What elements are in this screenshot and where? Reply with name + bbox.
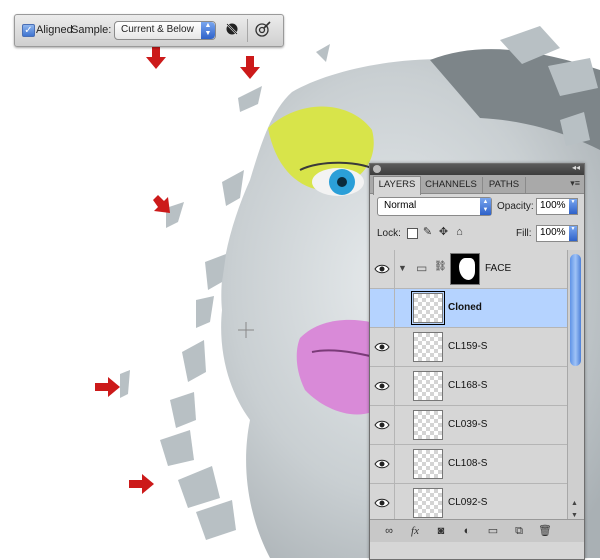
visibility-cell[interactable]: [370, 328, 395, 366]
blend-mode-select[interactable]: Normal ▲ ▼: [377, 197, 492, 216]
eye-icon[interactable]: [374, 458, 390, 470]
fill-value: 100%: [540, 227, 566, 238]
sample-select[interactable]: Current & Below ▲ ▼: [114, 21, 216, 40]
visibility-cell[interactable]: [370, 289, 395, 327]
folder-icon: ▭: [416, 261, 428, 275]
layer-name: CL039-S: [448, 419, 488, 430]
select-arrows-icon: ▲ ▼: [201, 22, 215, 39]
mask-thumbnail[interactable]: [450, 253, 480, 285]
layers-list: ▼ ▭ ⛓ FACE Cloned CL159-S CL168-S CL039-…: [370, 250, 567, 535]
adjustment-layer-icon[interactable]: ◐: [460, 524, 474, 538]
lock-label: Lock:: [377, 228, 401, 239]
trash-icon[interactable]: 🗑: [538, 524, 552, 538]
layer-row-cl092-s[interactable]: CL092-S: [370, 484, 567, 523]
layer-thumbnail[interactable]: [413, 410, 443, 440]
fill-field[interactable]: 100% ▼: [536, 225, 578, 242]
layer-row-cl108-s[interactable]: CL108-S: [370, 445, 567, 484]
select-arrows-icon: ▲ ▼: [480, 198, 491, 215]
blend-mode-value: Normal: [384, 200, 417, 211]
tab-channels[interactable]: CHANNELS: [420, 177, 483, 193]
red-arrow-right-2: [129, 474, 154, 494]
layer-row-cl168-s[interactable]: CL168-S: [370, 367, 567, 406]
pressure-size-icon[interactable]: [255, 21, 271, 37]
layer-row-cloned[interactable]: Cloned: [370, 289, 567, 328]
layer-thumbnail[interactable]: [411, 291, 445, 325]
visibility-cell[interactable]: [370, 406, 395, 444]
red-arrow-down-2: [240, 56, 260, 79]
layer-name: Cloned: [448, 302, 482, 313]
eye-icon[interactable]: [374, 263, 390, 275]
layer-name: CL168-S: [448, 380, 488, 391]
scrollbar-thumb[interactable]: [570, 254, 581, 366]
layer-row-cl159-s[interactable]: CL159-S: [370, 328, 567, 367]
lock-transparent-pixels-icon[interactable]: [407, 228, 418, 239]
layer-thumbnail[interactable]: [413, 449, 443, 479]
visibility-cell[interactable]: [370, 484, 395, 522]
eye-icon[interactable]: [374, 497, 390, 509]
eye-icon[interactable]: [374, 419, 390, 431]
lock-image-pixels-icon[interactable]: ✎: [422, 227, 433, 238]
opacity-value: 100%: [540, 200, 566, 211]
aligned-checkbox[interactable]: ✓: [22, 24, 35, 37]
layer-name: CL159-S: [448, 341, 488, 352]
layer-name: CL092-S: [448, 497, 488, 508]
layer-name: CL108-S: [448, 458, 488, 469]
new-layer-icon[interactable]: ⧉: [512, 524, 526, 538]
link-layers-icon[interactable]: ∞: [382, 524, 396, 538]
scroll-down-icon[interactable]: ▼: [571, 512, 578, 519]
aligned-label: Aligned: [36, 24, 73, 36]
red-arrow-down-1: [146, 46, 166, 69]
visibility-cell[interactable]: [370, 445, 395, 483]
sample-select-value: Current & Below: [121, 24, 194, 35]
layer-style-icon[interactable]: fx: [408, 524, 422, 538]
eye-icon[interactable]: [374, 380, 390, 392]
dropdown-arrow-icon[interactable]: ▼: [569, 226, 577, 241]
panel-title-bar[interactable]: ◂◂: [370, 163, 584, 175]
mask-shape: [459, 258, 475, 280]
options-separator: [247, 19, 248, 42]
visibility-cell[interactable]: [370, 250, 395, 288]
link-icon[interactable]: ⛓: [434, 261, 447, 272]
clone-stamp-options-bar: ✓ Aligned Sample: Current & Below ▲ ▼: [14, 14, 284, 47]
layers-panel: ◂◂ LAYERS CHANNELS PATHS ▾≡ Normal ▲ ▼ Op…: [369, 163, 585, 560]
fill-label: Fill:: [516, 228, 532, 239]
tab-layers[interactable]: LAYERS: [373, 176, 421, 195]
layer-thumbnail[interactable]: [413, 488, 443, 518]
panel-close-icon[interactable]: [373, 165, 381, 173]
panel-collapse-icon[interactable]: ◂◂: [572, 163, 580, 172]
panel-menu-icon[interactable]: ▾≡: [570, 178, 580, 189]
lock-all-icon[interactable]: ⌂: [454, 227, 465, 238]
layer-row-face[interactable]: ▼ ▭ ⛓ FACE: [370, 250, 567, 289]
panel-tabbar: LAYERS CHANNELS PATHS: [370, 175, 584, 195]
opacity-label: Opacity:: [497, 201, 534, 212]
add-mask-icon[interactable]: ◙: [434, 524, 448, 538]
layer-thumbnail[interactable]: [413, 332, 443, 362]
panel-bottom-bar: ∞ fx ◙ ◐ ▭ ⧉ 🗑: [370, 519, 584, 542]
layers-scrollbar[interactable]: ▲ ▼: [567, 250, 584, 535]
red-arrow-right-1: [95, 377, 120, 397]
tab-paths[interactable]: PATHS: [483, 177, 526, 193]
sample-label: Sample:: [71, 24, 112, 36]
dropdown-arrow-icon[interactable]: ▼: [569, 199, 577, 214]
opacity-field[interactable]: 100% ▼: [536, 198, 578, 215]
new-group-icon[interactable]: ▭: [486, 524, 500, 538]
scroll-up-icon[interactable]: ▲: [571, 500, 578, 507]
eye-icon[interactable]: [374, 341, 390, 353]
lock-position-icon[interactable]: ✥: [438, 227, 449, 238]
ignore-adjustment-layers-icon[interactable]: [225, 22, 239, 36]
layer-thumbnail[interactable]: [413, 371, 443, 401]
layer-row-cl039-s[interactable]: CL039-S: [370, 406, 567, 445]
red-arrow-diagonal: [153, 195, 170, 213]
layer-name: FACE: [485, 263, 512, 274]
group-expand-icon[interactable]: ▼: [398, 263, 407, 273]
visibility-cell[interactable]: [370, 367, 395, 405]
